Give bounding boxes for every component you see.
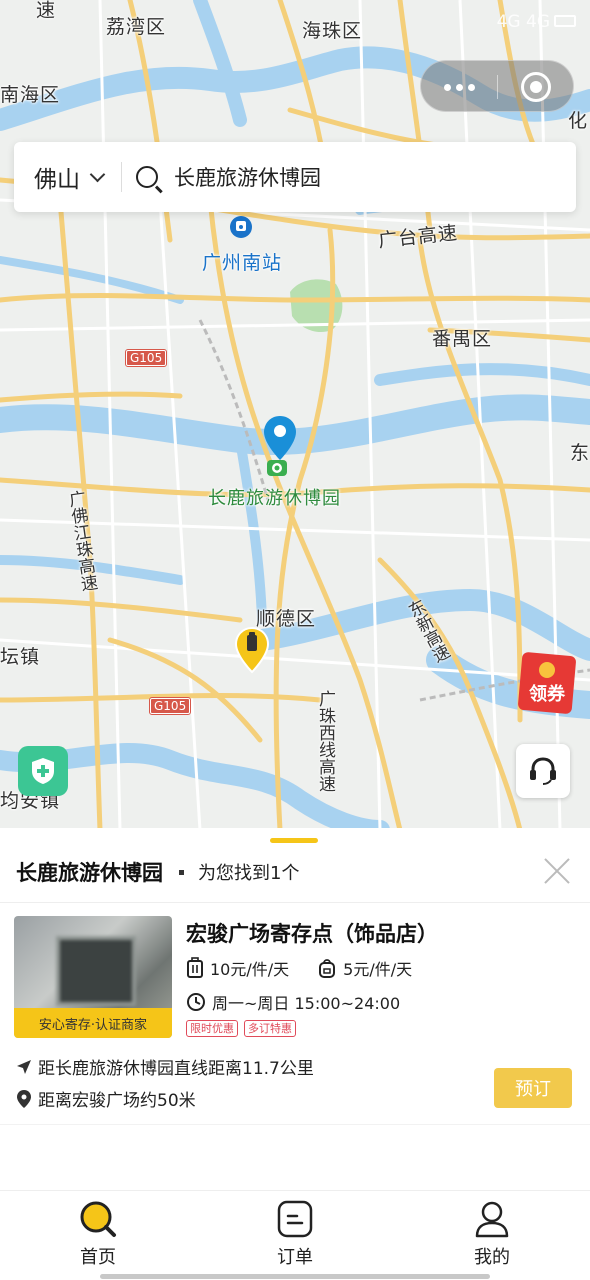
promo-tag: 多订特惠 bbox=[244, 1020, 296, 1037]
store-name: 宏骏广场寄存点（饰品店） bbox=[186, 922, 438, 946]
map-label-hua: 化 bbox=[568, 110, 589, 132]
attraction-icon bbox=[267, 460, 287, 476]
signal-indicator: 4G 4G bbox=[496, 12, 550, 32]
storage-pin-icon[interactable] bbox=[234, 626, 270, 676]
tab-orders[interactable]: 订单 bbox=[235, 1199, 355, 1269]
landmark-text: 距离宏骏广场约50米 bbox=[38, 1091, 196, 1111]
tab-label: 首页 bbox=[80, 1247, 116, 1268]
tab-label: 订单 bbox=[277, 1247, 313, 1268]
price-small: 5元/件/天 bbox=[343, 960, 413, 979]
coupon-label: 领券 bbox=[529, 683, 566, 705]
tab-home[interactable]: 首页 bbox=[38, 1199, 158, 1269]
price-row: 10元/件/天 5元/件/天 bbox=[186, 956, 412, 980]
landmark-row: 距离宏骏广场约50米 bbox=[16, 1086, 196, 1111]
map-label-nanhai: 南海区 bbox=[0, 84, 61, 106]
promo-tag: 限时优惠 bbox=[186, 1020, 238, 1037]
map-label-panyu: 番禺区 bbox=[432, 328, 493, 350]
sheet-title: 长鹿旅游休博园 bbox=[16, 861, 163, 885]
headset-icon bbox=[530, 757, 556, 785]
order-icon bbox=[277, 1200, 313, 1238]
store-card[interactable]: 安心寄存·认证商家 宏骏广场寄存点（饰品店） 10元/件/天 5元/件/天 周一… bbox=[0, 914, 590, 1124]
user-icon bbox=[475, 1201, 509, 1238]
results-sheet: 长鹿旅游休博园 为您找到1个 安心寄存·认证商家 宏骏广场寄存点（饰品店） 10… bbox=[0, 828, 590, 1188]
status-bar: 4G 4G bbox=[0, 0, 590, 46]
map-label-haizhu: 海珠区 bbox=[302, 20, 363, 42]
road-tag-g105: G105 bbox=[148, 697, 192, 715]
suitcase-icon bbox=[187, 957, 203, 978]
insurance-button[interactable] bbox=[18, 746, 68, 796]
search-icon bbox=[80, 1201, 116, 1237]
close-mini-program-button[interactable] bbox=[521, 72, 551, 102]
road-tag-g105: G105 bbox=[124, 349, 168, 367]
clock-icon bbox=[187, 993, 205, 1011]
map-label-guangzhu-west: 广珠西线高速 bbox=[315, 690, 335, 792]
map-label-su: 速 bbox=[33, 0, 55, 19]
chevron-down-icon bbox=[89, 166, 106, 182]
book-button[interactable]: 预订 bbox=[494, 1068, 572, 1108]
map-label-attraction: 长鹿旅游休博园 bbox=[208, 488, 341, 509]
hours-row: 周一~周日 15:00~24:00 bbox=[186, 990, 400, 1014]
tab-label: 我的 bbox=[474, 1247, 510, 1268]
red-envelope-icon: 领券 bbox=[518, 652, 576, 714]
close-icon[interactable] bbox=[542, 856, 572, 886]
map-label-tanzhen: 坛镇 bbox=[0, 646, 41, 668]
more-button[interactable] bbox=[421, 61, 497, 113]
search-bar: 佛山 长鹿旅游休博园 bbox=[14, 142, 576, 212]
business-hours: 周一~周日 15:00~24:00 bbox=[212, 994, 401, 1013]
map-label-liwan: 荔湾区 bbox=[106, 16, 167, 38]
bottom-tab-bar: 首页 订单 我的 bbox=[0, 1190, 590, 1280]
sheet-drag-handle[interactable] bbox=[270, 838, 318, 843]
customer-service-button[interactable] bbox=[516, 744, 570, 798]
tab-mine[interactable]: 我的 bbox=[432, 1199, 552, 1269]
sheet-header: 长鹿旅游休博园 为您找到1个 bbox=[0, 850, 590, 894]
map-pin-icon bbox=[17, 1089, 31, 1108]
city-name: 佛山 bbox=[34, 167, 80, 193]
city-selector[interactable]: 佛山 bbox=[34, 160, 106, 194]
mini-program-capsule bbox=[420, 60, 574, 112]
navigation-arrow-icon bbox=[17, 1059, 31, 1074]
certified-badge: 安心寄存·认证商家 bbox=[14, 1008, 172, 1038]
price-large: 10元/件/天 bbox=[210, 960, 290, 979]
battery-icon bbox=[554, 15, 576, 27]
shield-plus-icon bbox=[32, 758, 54, 784]
map-view[interactable]: 4G 4G 速 荔湾区 海珠区 南海区 化 广州南站 广台高速 番禺区 东 长鹿… bbox=[0, 0, 590, 830]
distance-row: 距长鹿旅游休博园直线距离11.7公里 bbox=[16, 1054, 314, 1079]
station-icon bbox=[230, 216, 252, 238]
map-label-guangzhou-south: 广州南站 bbox=[202, 252, 283, 274]
home-indicator bbox=[100, 1274, 490, 1279]
search-input[interactable]: 长鹿旅游休博园 bbox=[174, 162, 321, 192]
backpack-icon bbox=[319, 959, 336, 978]
search-icon bbox=[136, 166, 158, 188]
result-count: 为您找到1个 bbox=[198, 863, 300, 884]
map-label-dong: 东 bbox=[570, 442, 590, 464]
coupon-button[interactable]: 领券 bbox=[516, 652, 578, 714]
promo-tags: 限时优惠 多订特惠 bbox=[186, 1020, 296, 1037]
distance-text: 距长鹿旅游休博园直线距离11.7公里 bbox=[38, 1059, 314, 1079]
